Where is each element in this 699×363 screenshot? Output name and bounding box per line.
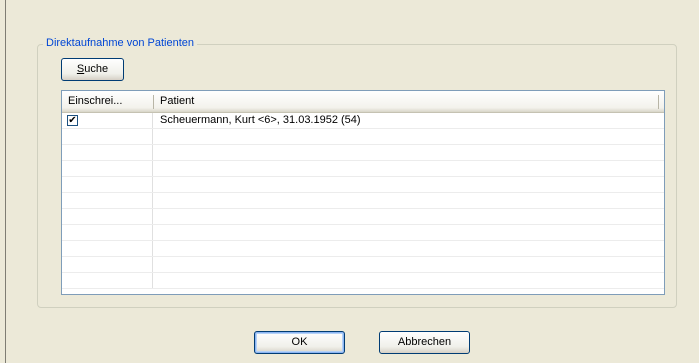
group-title: Direktaufnahme von Patienten: [43, 37, 197, 50]
enrolled-cell: [62, 209, 153, 224]
enrolled-cell: [62, 145, 153, 160]
checkmark-icon: ✔: [68, 115, 77, 126]
column-header-enrolled[interactable]: Einschrei...: [62, 91, 154, 112]
enrolled-cell: [62, 161, 153, 176]
window-frame-left: [0, 0, 6, 363]
patient-cell: Scheuermann, Kurt <6>, 31.03.1952 (54): [160, 114, 361, 126]
enrolled-cell: [62, 129, 153, 144]
table-row[interactable]: [62, 161, 664, 177]
patient-table[interactable]: Einschrei... Patient ✔ Scheuermann, Kurt …: [61, 90, 665, 295]
table-row[interactable]: [62, 129, 664, 145]
table-row[interactable]: [62, 225, 664, 241]
table-row[interactable]: ✔ Scheuermann, Kurt <6>, 31.03.1952 (54): [62, 113, 664, 129]
table-row[interactable]: [62, 177, 664, 193]
search-button[interactable]: Suche: [61, 58, 124, 81]
ok-button[interactable]: OK: [254, 331, 345, 354]
enrolled-cell: [62, 193, 153, 208]
table-row[interactable]: [62, 257, 664, 273]
table-row[interactable]: [62, 273, 664, 289]
table-body: ✔ Scheuermann, Kurt <6>, 31.03.1952 (54): [62, 113, 664, 294]
search-button-label-rest: uche: [84, 63, 109, 75]
enrolled-cell: [62, 225, 153, 240]
enrolled-cell: [62, 257, 153, 272]
enrolled-cell: [62, 177, 153, 192]
enrolled-checkbox[interactable]: ✔: [67, 115, 78, 126]
dialog: Direktaufnahme von Patienten Suche Einsc…: [9, 0, 699, 363]
table-row[interactable]: [62, 209, 664, 225]
column-divider[interactable]: [658, 95, 659, 109]
table-header: Einschrei... Patient: [62, 91, 664, 113]
cancel-button[interactable]: Abbrechen: [379, 331, 470, 354]
table-row[interactable]: [62, 145, 664, 161]
enrolled-cell: ✔: [62, 113, 153, 128]
enrolled-cell: [62, 273, 153, 288]
table-row[interactable]: [62, 241, 664, 257]
column-header-patient[interactable]: Patient: [154, 91, 664, 112]
table-row[interactable]: [62, 193, 664, 209]
enrolled-cell: [62, 241, 153, 256]
